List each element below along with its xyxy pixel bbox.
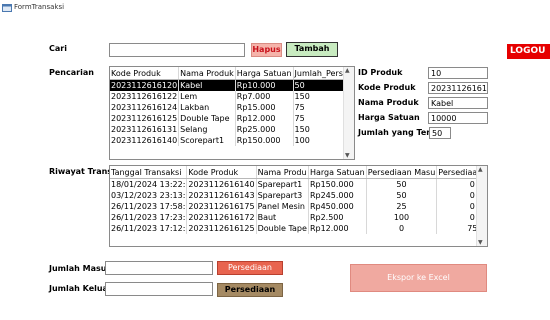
table-cell: Rp12.000 <box>308 223 367 234</box>
table-cell: Rp245.000 <box>308 190 367 201</box>
table-cell: Lakban <box>178 102 236 113</box>
id-produk-label: ID Produk <box>358 68 403 77</box>
column-header[interactable]: Kode Produk <box>110 67 180 80</box>
table-cell: Double Tape <box>256 223 309 234</box>
table-row[interactable]: 26/11/2023 17:23: 2023112616172 Baut Rp2… <box>110 212 487 223</box>
table-cell: Scorepart1 <box>178 135 236 146</box>
tambah-button[interactable]: Tambah <box>286 42 338 57</box>
scroll-down-icon[interactable]: ▼ <box>345 152 350 159</box>
table-cell: 2023112616172 <box>186 212 257 223</box>
logout-button[interactable]: LOGOU <box>507 44 550 59</box>
table-cell: Kabel <box>178 79 236 91</box>
table-cell: Rp450.000 <box>308 201 367 212</box>
persediaan-masuk-button[interactable]: Persediaan <box>217 261 283 275</box>
jumlah-keluar-input[interactable] <box>105 282 213 296</box>
persediaan-keluar-button[interactable]: Persediaan <box>217 283 283 297</box>
product-grid-scrollbar[interactable]: ▲ ▼ <box>343 67 354 159</box>
jumlah-masuk-input[interactable] <box>105 261 213 275</box>
table-cell: Rp150.000 <box>235 135 294 146</box>
table-row[interactable]: 2023112616124 Lakban Rp15.000 75 <box>110 102 354 113</box>
column-header[interactable]: Harga Satuan <box>235 67 294 80</box>
table-cell: 2023112616124 <box>110 102 180 113</box>
table-row[interactable]: 2023112616122 Lem Rp7.000 150 <box>110 91 354 102</box>
history-grid-scrollbar[interactable]: ▲ ▼ <box>476 166 487 246</box>
table-row[interactable]: 2023112616120 Kabel Rp10.000 50 <box>110 79 354 91</box>
table-cell: 2023112616131 <box>110 124 180 135</box>
form-icon <box>2 4 12 12</box>
table-cell: Rp15.000 <box>235 102 294 113</box>
search-input[interactable] <box>109 43 245 57</box>
table-cell: Panel Mesin <box>256 201 309 212</box>
table-cell: Rp10.000 <box>235 79 294 91</box>
table-cell: 26/11/2023 17:58: <box>110 201 188 212</box>
table-cell: Rp25.000 <box>235 124 294 135</box>
table-cell: Baut <box>256 212 309 223</box>
column-header[interactable]: Nama Produk <box>178 67 236 80</box>
column-header[interactable]: Persediaan Masu <box>366 166 438 179</box>
table-cell: Sparepart3 <box>256 190 309 201</box>
pencarian-label: Pencarian <box>49 68 94 77</box>
table-row[interactable]: 03/12/2023 23:13: 2023112616143 Sparepar… <box>110 190 487 201</box>
table-cell: 26/11/2023 17:23: <box>110 212 188 223</box>
table-cell: Rp7.000 <box>235 91 294 102</box>
table-row[interactable]: 2023112616125 Double Tape Rp12.000 75 <box>110 113 354 124</box>
transaction-history-grid[interactable]: Tanggal Transaksi Kode Produk Nama Produ… <box>109 165 488 247</box>
table-row[interactable]: 2023112616140 Scorepart1 Rp150.000 100 <box>110 135 354 146</box>
table-cell: Double Tape <box>178 113 236 124</box>
scroll-up-icon[interactable]: ▲ <box>345 67 350 74</box>
table-cell: 2023112616125 <box>186 223 257 234</box>
table-cell: 2023112616140 <box>110 135 180 146</box>
column-header[interactable]: Tanggal Transaksi <box>110 166 188 179</box>
product-grid[interactable]: Kode Produk Nama Produk Harga Satuan Jum… <box>109 66 355 160</box>
table-cell: Selang <box>178 124 236 135</box>
column-header[interactable]: Nama Produ <box>256 166 309 179</box>
nama-produk-field[interactable]: Kabel <box>428 97 488 109</box>
jumlah-keluar-label: Jumlah Keluar <box>49 284 112 293</box>
jumlah-masuk-label: Jumlah Masuk <box>49 264 112 273</box>
table-cell: Lem <box>178 91 236 102</box>
harga-satuan-field[interactable]: 10000 <box>428 112 488 124</box>
nama-produk-label: Nama Produk <box>358 98 419 107</box>
kode-produk-label: Kode Produk <box>358 83 416 92</box>
table-cell: 2023112616120 <box>110 79 180 91</box>
table-cell: 2023112616140 <box>186 178 257 190</box>
table-cell: 2023112616143 <box>186 190 257 201</box>
table-cell: Rp150.000 <box>308 178 367 190</box>
harga-satuan-label: Harga Satuan <box>358 113 420 122</box>
jumlah-tersedia-field[interactable]: 50 <box>429 127 451 139</box>
table-cell: 0 <box>366 223 438 234</box>
table-cell: 03/12/2023 23:13: <box>110 190 188 201</box>
export-excel-button[interactable]: Ekspor ke Excel <box>350 264 487 292</box>
table-cell: 50 <box>366 178 438 190</box>
window-title: FormTransaksi <box>14 3 65 11</box>
hapus-button[interactable]: Hapus <box>251 43 282 57</box>
table-cell: 18/01/2024 13:22: <box>110 178 188 190</box>
table-cell: 25 <box>366 201 438 212</box>
table-row[interactable]: 18/01/2024 13:22: 2023112616140 Sparepar… <box>110 178 487 190</box>
table-cell: 26/11/2023 17:12: <box>110 223 188 234</box>
search-label: Cari <box>49 44 67 53</box>
title-bar: FormTransaksi <box>0 0 550 18</box>
table-cell: 2023112616125 <box>110 113 180 124</box>
column-header[interactable]: Harga Satuan <box>308 166 367 179</box>
scroll-down-icon[interactable]: ▼ <box>478 239 483 246</box>
table-row[interactable]: 26/11/2023 17:58: 2023112616175 Panel Me… <box>110 201 487 212</box>
table-cell: Sparepart1 <box>256 178 309 190</box>
table-cell: Rp2.500 <box>308 212 367 223</box>
column-header[interactable]: Kode Produk <box>186 166 257 179</box>
id-produk-field[interactable]: 10 <box>428 67 488 79</box>
table-row[interactable]: 26/11/2023 17:12: 2023112616125 Double T… <box>110 223 487 234</box>
kode-produk-field[interactable]: 20231126161208 <box>428 82 488 94</box>
table-cell: 2023112616122 <box>110 91 180 102</box>
table-cell: 100 <box>366 212 438 223</box>
scroll-up-icon[interactable]: ▲ <box>478 166 483 173</box>
table-cell: 2023112616175 <box>186 201 257 212</box>
table-cell: 50 <box>366 190 438 201</box>
table-cell: Rp12.000 <box>235 113 294 124</box>
table-row[interactable]: 2023112616131 Selang Rp25.000 150 <box>110 124 354 135</box>
